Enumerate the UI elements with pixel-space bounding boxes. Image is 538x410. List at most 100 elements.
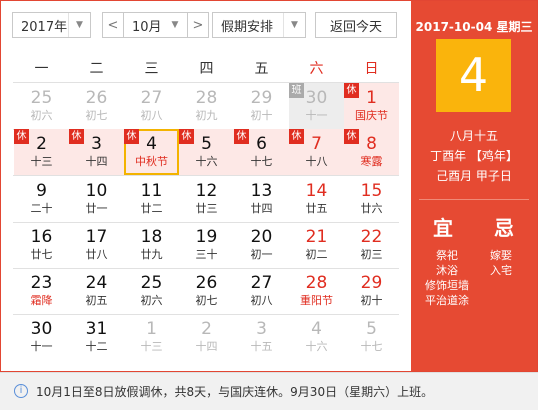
lunar-label: 重阳节 <box>300 294 333 307</box>
day-cell[interactable]: 休 1 国庆节 <box>344 83 399 129</box>
day-cell[interactable]: 15 廿六 <box>344 176 399 222</box>
lunar-label: 初二 <box>305 248 328 261</box>
day-number: 4 <box>311 319 322 339</box>
day-number: 19 <box>195 227 218 247</box>
day-number: 5 <box>201 134 212 154</box>
day-cell[interactable]: 22 初三 <box>344 222 399 268</box>
day-number: 25 <box>30 88 53 108</box>
day-number: 28 <box>195 88 218 108</box>
day-cell[interactable]: 休 3 十四 <box>69 129 124 175</box>
holiday-select-value: 假期安排 <box>221 19 274 35</box>
day-cell[interactable]: 27 初八 <box>124 83 179 129</box>
day-number: 20 <box>250 227 273 247</box>
lunar-label: 十六 <box>305 340 328 353</box>
day-cell[interactable]: 1 十三 <box>124 314 179 360</box>
selected-day-number: 4 <box>436 39 511 112</box>
day-number: 11 <box>140 181 163 201</box>
day-number: 21 <box>305 227 328 247</box>
day-cell[interactable]: 27 初八 <box>234 268 289 314</box>
yi-item: 祭祀 <box>436 249 458 262</box>
day-cell[interactable]: 14 廿五 <box>289 176 344 222</box>
day-cell[interactable]: 11 廿二 <box>124 176 179 222</box>
day-cell[interactable]: 30 十一 <box>14 314 69 360</box>
year-select[interactable]: 2017年 ▼ <box>12 12 91 38</box>
day-cell[interactable]: 25 初六 <box>14 83 69 129</box>
day-detail-panel: 2017-10-04 星期三 4 八月十五 丁酉年 【鸡年】 己酉月 甲子日 宜… <box>411 1 537 371</box>
lunar-label: 十四 <box>85 155 108 168</box>
day-cell[interactable]: 24 初五 <box>69 268 124 314</box>
day-number: 2 <box>201 319 212 339</box>
day-cell[interactable]: 21 初二 <box>289 222 344 268</box>
day-cell-selected[interactable]: 休 4 中秋节 <box>124 129 179 175</box>
day-number: 10 <box>85 181 108 201</box>
lunar-label: 十二 <box>85 340 108 353</box>
day-cell[interactable]: 23 霜降 <box>14 268 69 314</box>
day-cell[interactable]: 休 8 寒露 <box>344 129 399 175</box>
lunar-label: 初八 <box>250 294 273 307</box>
weekday-label: 四 <box>199 61 214 77</box>
day-cell[interactable]: 2 十四 <box>179 314 234 360</box>
day-cell[interactable]: 16 廿七 <box>14 222 69 268</box>
lunar-label: 十三 <box>30 155 53 168</box>
back-to-today-button[interactable]: 返回今天 <box>315 12 397 38</box>
day-cell[interactable]: 17 廿八 <box>69 222 124 268</box>
next-month-button[interactable]: > <box>187 12 209 38</box>
chevron-down-icon: ▼ <box>283 13 305 37</box>
lunar-label: 廿七 <box>30 248 53 261</box>
day-cell[interactable]: 29 初十 <box>234 83 289 129</box>
day-cell[interactable]: 4 十六 <box>289 314 344 360</box>
day-cell[interactable]: 31 十二 <box>69 314 124 360</box>
lunar-label: 初十 <box>360 294 383 307</box>
day-cell[interactable]: 9 二十 <box>14 176 69 222</box>
day-cell[interactable]: 28 初九 <box>179 83 234 129</box>
lunar-label: 十一 <box>305 109 328 122</box>
day-number: 3 <box>256 319 267 339</box>
year-select-value: 2017年 <box>21 19 68 35</box>
day-cell[interactable]: 休 6 十七 <box>234 129 289 175</box>
day-cell[interactable]: 18 廿九 <box>124 222 179 268</box>
yi-label: 宜 <box>433 216 453 240</box>
lunar-label: 初三 <box>360 248 383 261</box>
day-cell[interactable]: 班 30 十一 <box>289 83 344 129</box>
lunar-label: 初九 <box>195 109 218 122</box>
day-cell[interactable]: 休 7 十八 <box>289 129 344 175</box>
day-cell[interactable]: 10 廿一 <box>69 176 124 222</box>
lunar-label: 廿二 <box>140 202 163 215</box>
day-number: 7 <box>311 134 322 154</box>
day-number: 1 <box>146 319 157 339</box>
lunar-date: 八月十五 <box>449 129 498 143</box>
lunar-label: 初五 <box>85 294 108 307</box>
lunar-label: 霜降 <box>30 294 53 307</box>
lunar-label: 初八 <box>140 109 163 122</box>
day-number: 30 <box>305 88 328 108</box>
lunar-label: 十八 <box>305 155 328 168</box>
day-cell[interactable]: 26 初七 <box>69 83 124 129</box>
day-cell[interactable]: 19 三十 <box>179 222 234 268</box>
lunar-label: 十三 <box>140 340 163 353</box>
day-number: 26 <box>85 88 108 108</box>
info-bar: i 10月1日至8日放假调休，共8天，与国庆连休。9月30日（星期六）上班。 <box>0 372 538 410</box>
day-cell[interactable]: 12 廿三 <box>179 176 234 222</box>
info-icon: i <box>14 384 28 398</box>
day-cell[interactable]: 28 重阳节 <box>289 268 344 314</box>
ganzhi-year: 丁酉年 【鸡年】 <box>430 149 518 163</box>
day-cell[interactable]: 休 2 十三 <box>14 129 69 175</box>
holiday-select[interactable]: 假期安排 ▼ <box>212 12 306 38</box>
day-cell[interactable]: 5 十七 <box>344 314 399 360</box>
day-cell[interactable]: 休 5 十六 <box>179 129 234 175</box>
weekday-label: 三 <box>144 61 159 77</box>
lunar-label: 廿四 <box>250 202 273 215</box>
lunar-label: 廿一 <box>85 202 108 215</box>
day-number: 25 <box>140 273 163 293</box>
day-cell[interactable]: 29 初十 <box>344 268 399 314</box>
day-cell[interactable]: 3 十五 <box>234 314 289 360</box>
lunar-label: 初七 <box>85 109 108 122</box>
day-number: 1 <box>366 88 377 108</box>
day-cell[interactable]: 26 初七 <box>179 268 234 314</box>
day-cell[interactable]: 20 初一 <box>234 222 289 268</box>
month-select-value: 10月 <box>132 19 162 35</box>
day-cell[interactable]: 25 初六 <box>124 268 179 314</box>
day-cell[interactable]: 13 廿四 <box>234 176 289 222</box>
prev-month-button[interactable]: < <box>102 12 124 38</box>
yi-item: 修饰垣墙 <box>425 279 469 292</box>
